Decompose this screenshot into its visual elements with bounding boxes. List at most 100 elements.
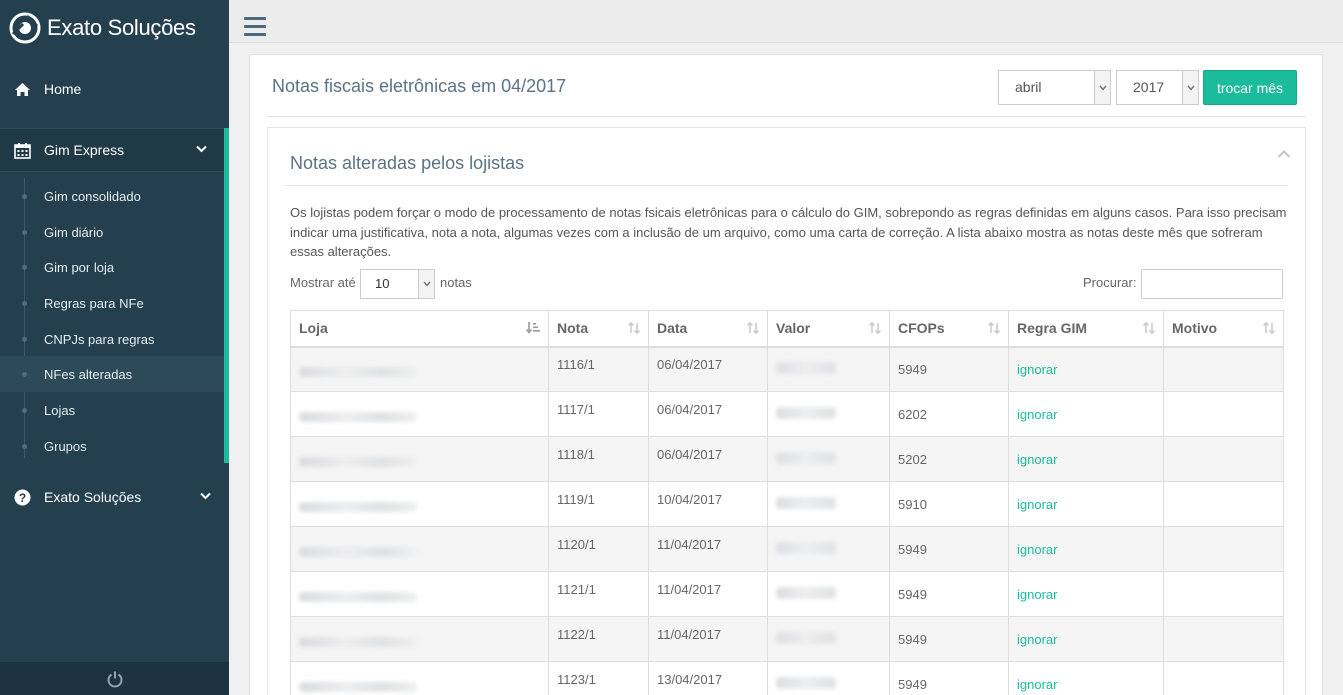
bullet-icon (22, 230, 27, 235)
change-month-button[interactable]: trocar mês (1203, 70, 1297, 105)
sidebar-item-label: NFes alteradas (44, 366, 133, 382)
brand[interactable]: Exato Soluções (0, 0, 229, 56)
svg-text:?: ? (18, 491, 25, 505)
sidebar-item-gim-por-loja[interactable]: Gim por loja (0, 249, 224, 285)
regra-link[interactable]: ignorar (1017, 677, 1057, 692)
column-header-loja[interactable]: Loja (290, 310, 549, 348)
cell-regra: ignorar (1008, 571, 1164, 617)
cell-nota: 1119/1 (548, 481, 649, 527)
column-header-label: CFOPs (898, 320, 945, 337)
divider (285, 185, 1288, 186)
cell-valor (767, 481, 890, 527)
cell-motivo (1163, 346, 1284, 392)
nota-value: 1118/1 (557, 446, 595, 462)
power-icon[interactable] (106, 670, 124, 688)
cell-loja (290, 571, 549, 617)
cfops-value: 5949 (898, 361, 927, 377)
cell-nota: 1121/1 (548, 571, 649, 617)
bullet-icon (22, 301, 27, 306)
page-length-select[interactable]: 10 (360, 269, 435, 299)
cell-valor (767, 391, 890, 437)
calendar-icon (12, 141, 32, 159)
sidebar-item-grupos[interactable]: Grupos (0, 428, 224, 464)
cell-motivo (1163, 526, 1284, 572)
cell-data: 06/04/2017 (648, 436, 768, 482)
redacted-store-name (299, 681, 417, 692)
brand-name: Exato Soluções (47, 15, 196, 40)
cell-data: 06/04/2017 (648, 391, 768, 437)
search-input[interactable] (1141, 269, 1283, 299)
page-title: Notas fiscais eletrônicas em 04/2017 (272, 76, 567, 96)
column-header-cfops[interactable]: CFOPs (889, 310, 1009, 348)
length-suffix: notas (440, 275, 472, 290)
sort-icon (628, 322, 640, 334)
column-header-label: Data (657, 320, 688, 337)
year-select-value: 2017 (1133, 79, 1165, 95)
regra-link[interactable]: ignorar (1017, 407, 1057, 422)
nota-value: 1121/1 (557, 581, 596, 597)
redacted-value (776, 586, 836, 599)
cell-data: 13/04/2017 (648, 661, 768, 695)
redacted-value (776, 361, 836, 374)
column-header-data[interactable]: Data (648, 310, 768, 348)
month-select-value: abril (1015, 79, 1042, 95)
sidebar-item-gim-diario[interactable]: Gim diário (0, 214, 224, 250)
column-header-label: Loja (299, 320, 328, 337)
table-header-row: Loja Nota Data Valor CFOPs Regra GIM Mot… (290, 310, 1284, 348)
redacted-store-name (299, 411, 417, 422)
cell-data: 11/04/2017 (648, 526, 768, 572)
chevron-up-icon[interactable] (1277, 149, 1291, 159)
regra-link[interactable]: ignorar (1017, 542, 1057, 557)
month-select[interactable]: abril (998, 70, 1111, 105)
regra-link[interactable]: ignorar (1017, 452, 1057, 467)
sidebar: Exato Soluções Home Gim Express Gim cons… (0, 0, 229, 695)
chevron-down-icon (200, 492, 211, 500)
regra-link[interactable]: ignorar (1017, 632, 1057, 647)
year-select[interactable]: 2017 (1116, 70, 1199, 105)
column-header-regra-gim[interactable]: Regra GIM (1008, 310, 1164, 348)
cfops-value: 5949 (898, 676, 927, 692)
regra-link[interactable]: ignorar (1017, 587, 1057, 602)
cfops-value: 6202 (898, 406, 927, 422)
menu-toggle-icon[interactable] (244, 17, 266, 37)
cell-cfops: 6202 (889, 391, 1009, 437)
cell-motivo (1163, 436, 1284, 482)
redacted-store-name (299, 636, 417, 647)
redacted-store-name (299, 546, 417, 557)
sort-desc-icon (526, 322, 540, 334)
home-icon (12, 80, 32, 98)
sidebar-item-label: Gim consolidado (44, 188, 141, 204)
sidebar-item-label: Exato Soluções (44, 489, 142, 505)
sidebar-item-label: Grupos (44, 438, 87, 454)
column-header-valor[interactable]: Valor (767, 310, 890, 348)
search-label: Procurar: (1083, 275, 1137, 290)
cell-loja (290, 526, 549, 572)
regra-link[interactable]: ignorar (1017, 362, 1057, 377)
sidebar-item-regras-nfe[interactable]: Regras para NFe (0, 285, 224, 321)
sidebar-item-home[interactable]: Home (0, 71, 229, 107)
cell-valor (767, 526, 890, 572)
cell-cfops: 5949 (889, 526, 1009, 572)
sidebar-item-gim-consolidado[interactable]: Gim consolidado (0, 178, 224, 214)
sort-icon (869, 322, 881, 334)
sidebar-item-cnpjs-regras[interactable]: CNPJs para regras (0, 321, 224, 357)
nota-value: 1120/1 (557, 536, 596, 552)
column-header-nota[interactable]: Nota (548, 310, 649, 348)
sidebar-item-exato[interactable]: ? Exato Soluções (0, 479, 229, 515)
data-value: 06/04/2017 (657, 446, 723, 462)
nota-value: 1116/1 (557, 356, 595, 372)
data-value: 11/04/2017 (657, 581, 722, 597)
cell-valor (767, 346, 890, 392)
sidebar-item-label: Regras para NFe (44, 295, 144, 311)
bullet-icon (22, 194, 27, 199)
sidebar-item-lojas[interactable]: Lojas (0, 392, 224, 428)
chevron-down-icon (1182, 71, 1198, 104)
table-row: 1123/1 13/04/2017 5949 ignorar (290, 661, 1284, 695)
sidebar-item-gim-express[interactable]: Gim Express (0, 128, 229, 172)
chevron-down-icon (418, 270, 434, 298)
sidebar-item-label: CNPJs para regras (44, 331, 155, 347)
regra-link[interactable]: ignorar (1017, 497, 1057, 512)
sidebar-item-nfes-alteradas[interactable]: NFes alteradas (0, 356, 224, 392)
column-header-motivo[interactable]: Motivo (1163, 310, 1284, 348)
length-label: Mostrar até (290, 275, 356, 290)
